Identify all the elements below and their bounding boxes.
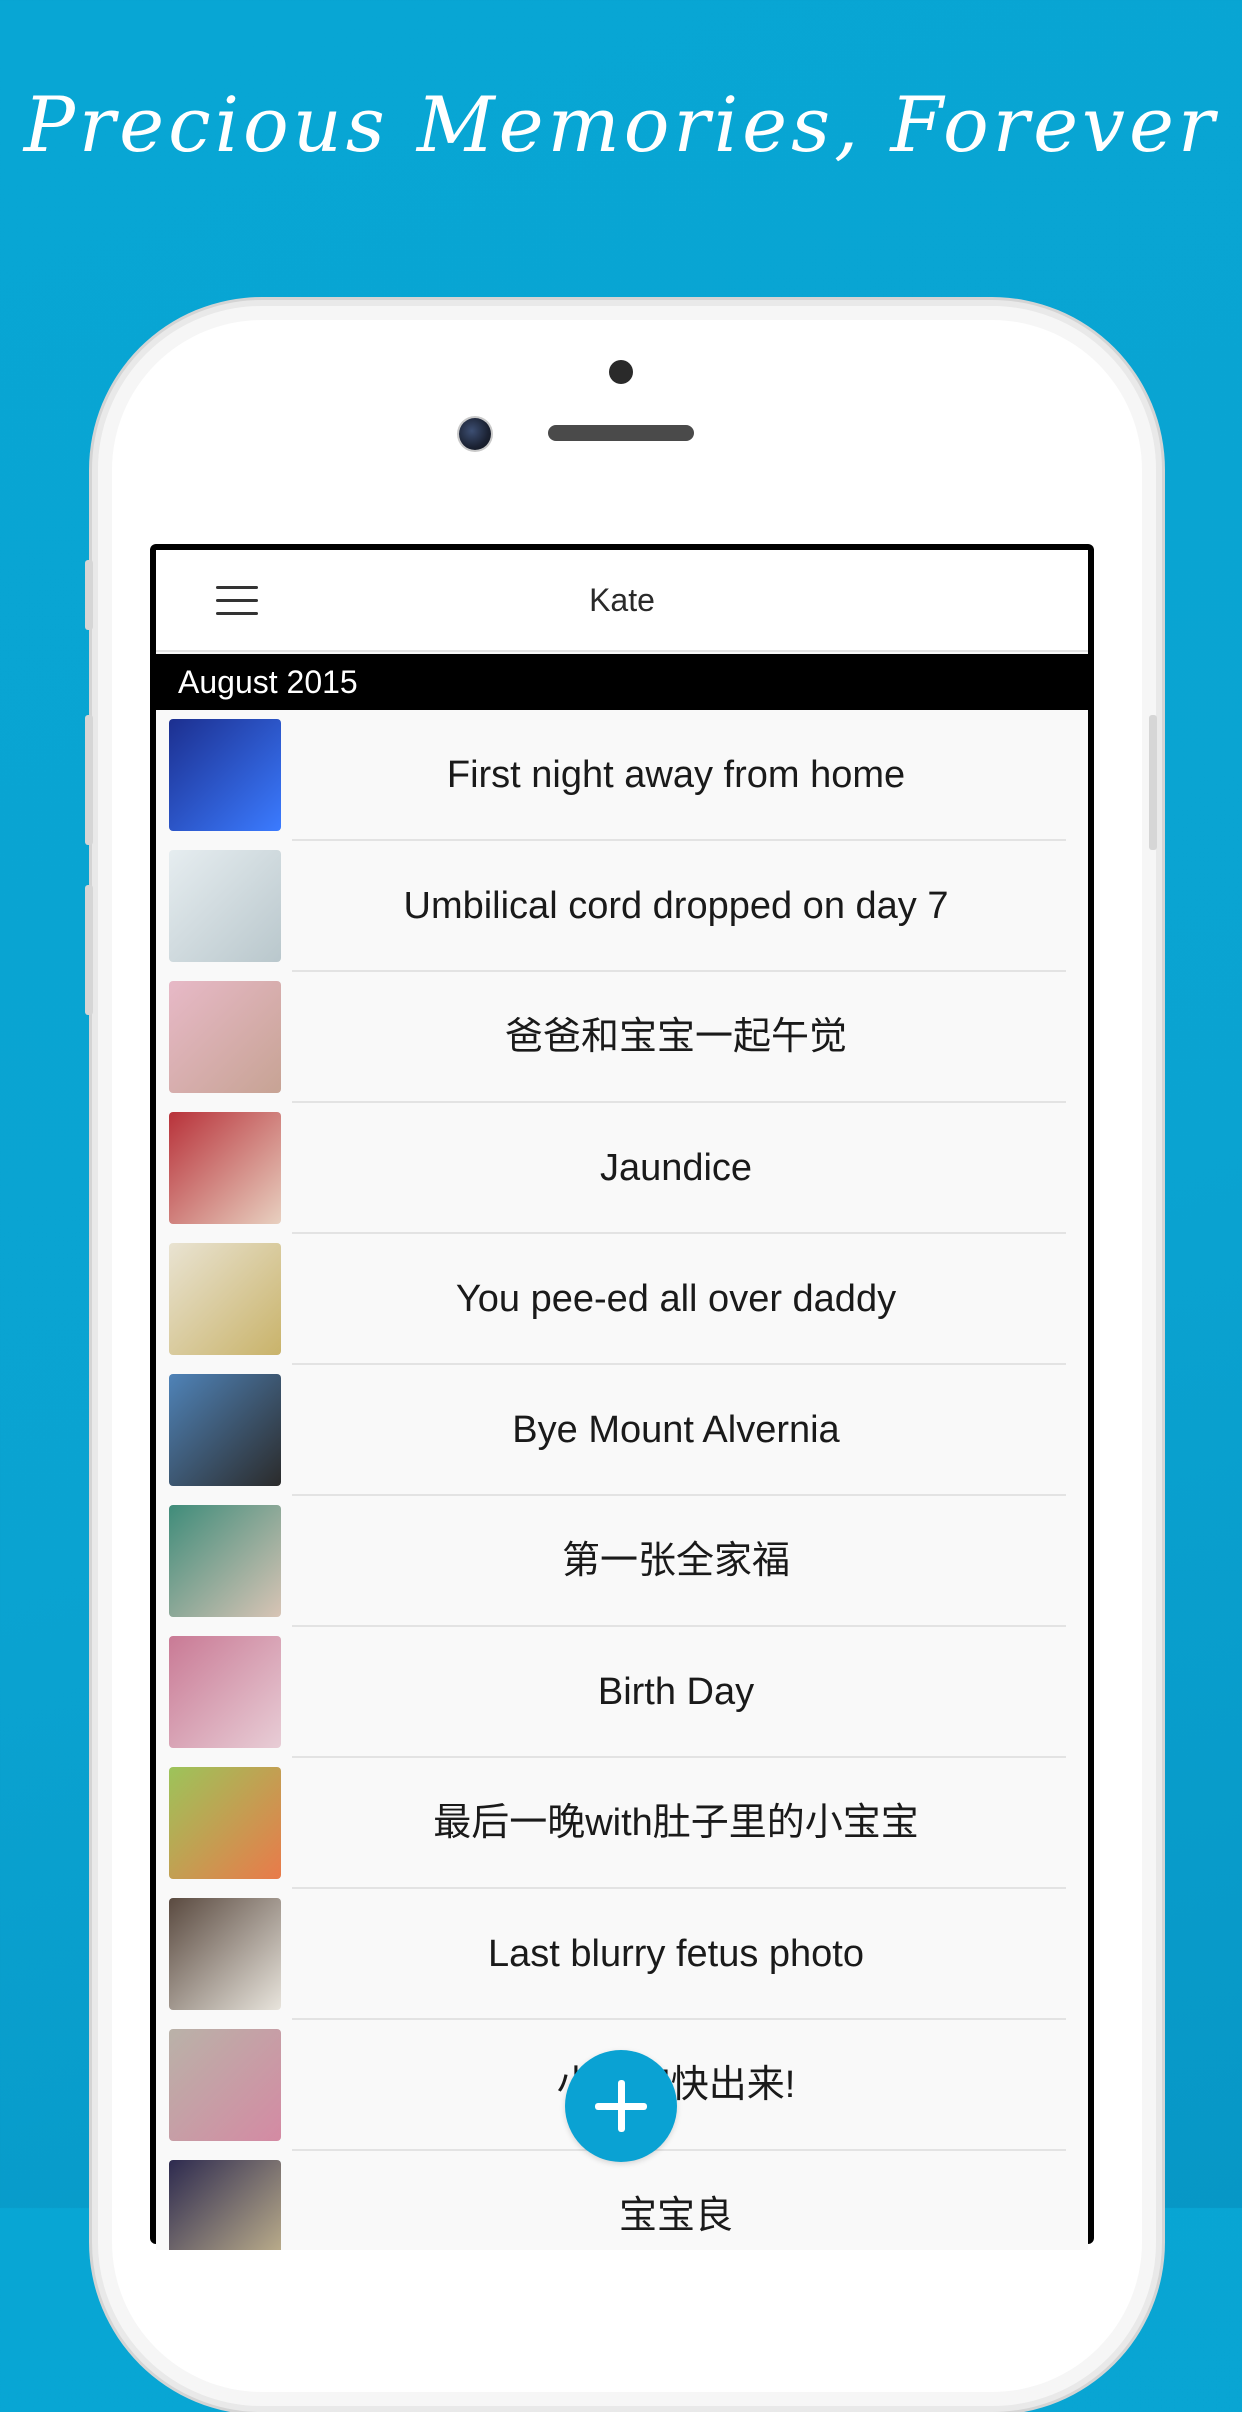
memory-thumbnail	[169, 1636, 281, 1748]
memory-thumbnail	[169, 1374, 281, 1486]
memory-thumbnail	[169, 1112, 281, 1224]
add-memory-button[interactable]	[565, 2050, 677, 2162]
memory-title: Jaundice	[599, 1147, 753, 1189]
memory-thumbnail	[169, 850, 281, 962]
memory-thumbnail	[169, 981, 281, 1093]
memory-thumbnail	[169, 1898, 281, 2010]
memory-list-item[interactable]: Jaundice	[156, 1103, 1088, 1234]
headline: Precious Memories, Forever	[23, 80, 1219, 169]
memory-list-item[interactable]: You pee-ed all over daddy	[156, 1234, 1088, 1365]
memory-list-item[interactable]: Last blurry fetus photo	[156, 1889, 1088, 2020]
memory-list: First night away from home Umbilical cord…	[156, 710, 1088, 2250]
memory-thumbnail	[169, 2160, 281, 2250]
section-header: August 2015	[156, 654, 1088, 710]
memory-title: Bye Mount Alvernia	[512, 1409, 840, 1451]
memory-title: Last blurry fetus photo	[488, 1933, 864, 1975]
app-view: Kate August 2015 First night away from h…	[156, 550, 1088, 2250]
nav-title: Kate	[589, 582, 655, 618]
phone-mute-switch	[85, 560, 93, 630]
memory-list-item[interactable]: Umbilical cord dropped on day 7	[156, 841, 1088, 972]
memory-thumbnail	[169, 1243, 281, 1355]
memory-title: You pee-ed all over daddy	[455, 1278, 897, 1320]
memory-list-item[interactable]: First night away from home	[156, 710, 1088, 841]
memory-title: 最后一晚with肚子里的小宝宝	[433, 1802, 919, 1844]
front-camera-icon	[459, 418, 491, 450]
memory-thumbnail	[169, 1767, 281, 1879]
phone-volume-up	[85, 715, 93, 845]
memory-title: 宝宝良	[618, 2195, 733, 2237]
memory-title: First night away from home	[446, 754, 906, 796]
memory-list-item[interactable]: 最后一晚with肚子里的小宝宝	[156, 1758, 1088, 1889]
nav-bar: Kate	[156, 550, 1088, 652]
memory-list-item[interactable]: 宝宝良	[156, 2151, 1088, 2250]
plus-icon-stroke	[618, 2080, 625, 2132]
phone-screen: Kate August 2015 First night away from h…	[150, 544, 1094, 2250]
memory-list-item[interactable]: 爸爸和宝宝一起午觉	[156, 972, 1088, 1103]
memory-thumbnail	[169, 2029, 281, 2141]
memory-list-item[interactable]: Birth Day	[156, 1627, 1088, 1758]
phone-power-button	[1149, 715, 1157, 850]
memory-title: Birth Day	[597, 1671, 755, 1713]
memory-title: 爸爸和宝宝一起午觉	[504, 1016, 847, 1058]
memory-thumbnail	[169, 719, 281, 831]
memory-title: Umbilical cord dropped on day 7	[403, 885, 949, 927]
memory-title: 第一张全家福	[561, 1540, 790, 1582]
phone-volume-down	[85, 885, 93, 1015]
memory-list-item[interactable]: 第一张全家福	[156, 1496, 1088, 1627]
memory-list-item[interactable]: Bye Mount Alvernia	[156, 1365, 1088, 1496]
earpiece-speaker	[548, 425, 694, 441]
memory-title: 小宝宝快出来!	[556, 2064, 796, 2106]
memory-thumbnail	[169, 1505, 281, 1617]
proximity-sensor	[609, 360, 633, 384]
